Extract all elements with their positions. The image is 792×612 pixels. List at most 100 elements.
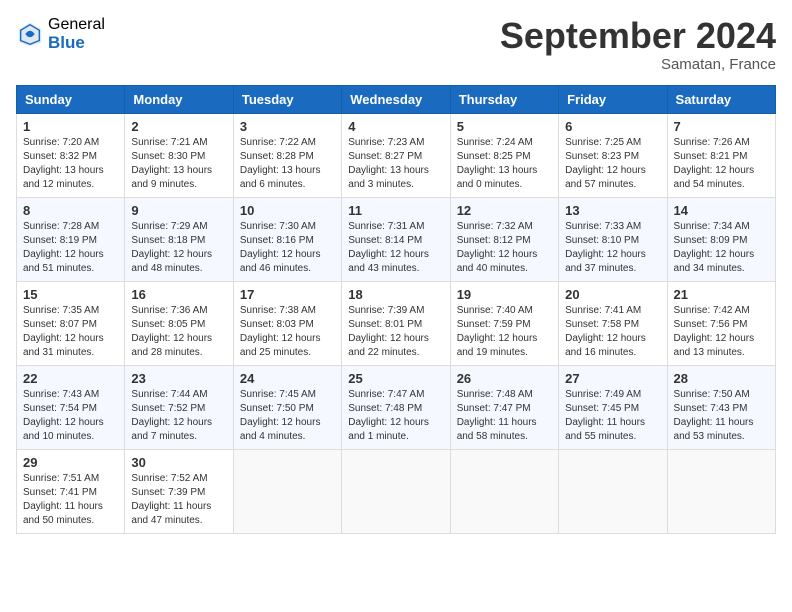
calendar-cell: 21 Sunrise: 7:42 AM Sunset: 7:56 PM Dayli… <box>667 281 775 365</box>
day-info: Sunrise: 7:42 AM Sunset: 7:56 PM Dayligh… <box>674 304 769 360</box>
weekday-header-saturday: Saturday <box>667 85 775 113</box>
weekday-header-wednesday: Wednesday <box>342 85 450 113</box>
calendar-week-row: 29 Sunrise: 7:51 AM Sunset: 7:41 PM Dayli… <box>17 449 776 533</box>
page-header: General Blue September 2024 Samatan, Fra… <box>16 16 776 73</box>
day-number: 7 <box>674 119 769 134</box>
day-info: Sunrise: 7:47 AM Sunset: 7:48 PM Dayligh… <box>348 388 443 444</box>
day-info: Sunrise: 7:41 AM Sunset: 7:58 PM Dayligh… <box>565 304 660 360</box>
calendar-week-row: 1 Sunrise: 7:20 AM Sunset: 8:32 PM Daylig… <box>17 113 776 197</box>
calendar-cell: 27 Sunrise: 7:49 AM Sunset: 7:45 PM Dayli… <box>559 365 667 449</box>
month-title: September 2024 <box>500 16 776 56</box>
day-number: 10 <box>240 203 335 218</box>
day-info: Sunrise: 7:32 AM Sunset: 8:12 PM Dayligh… <box>457 220 552 276</box>
weekday-header-tuesday: Tuesday <box>233 85 341 113</box>
weekday-header-row: SundayMondayTuesdayWednesdayThursdayFrid… <box>17 85 776 113</box>
day-number: 17 <box>240 287 335 302</box>
day-number: 22 <box>23 371 118 386</box>
calendar-cell: 22Sunrise: 7:43 AM Sunset: 7:54 PM Dayli… <box>17 365 125 449</box>
day-info: Sunrise: 7:36 AM Sunset: 8:05 PM Dayligh… <box>131 304 226 360</box>
calendar-cell: 3Sunrise: 7:22 AM Sunset: 8:28 PM Daylig… <box>233 113 341 197</box>
calendar-cell: 30Sunrise: 7:52 AM Sunset: 7:39 PM Dayli… <box>125 449 233 533</box>
day-info: Sunrise: 7:34 AM Sunset: 8:09 PM Dayligh… <box>674 220 769 276</box>
day-number: 27 <box>565 371 660 386</box>
day-number: 2 <box>131 119 226 134</box>
calendar-cell: 24 Sunrise: 7:45 AM Sunset: 7:50 PM Dayli… <box>233 365 341 449</box>
calendar-cell: 12 Sunrise: 7:32 AM Sunset: 8:12 PM Dayli… <box>450 197 558 281</box>
calendar-cell: 26 Sunrise: 7:48 AM Sunset: 7:47 PM Dayli… <box>450 365 558 449</box>
day-number: 26 <box>457 371 552 386</box>
logo-general: General <box>48 16 105 34</box>
day-info: Sunrise: 7:23 AM Sunset: 8:27 PM Dayligh… <box>348 136 443 192</box>
day-info: Sunrise: 7:38 AM Sunset: 8:03 PM Dayligh… <box>240 304 335 360</box>
weekday-header-thursday: Thursday <box>450 85 558 113</box>
day-number: 1 <box>23 119 118 134</box>
location: Samatan, France <box>500 56 776 73</box>
day-info: Sunrise: 7:24 AM Sunset: 8:25 PM Dayligh… <box>457 136 552 192</box>
logo: General Blue <box>16 16 105 52</box>
day-number: 14 <box>674 203 769 218</box>
calendar-cell: 4 Sunrise: 7:23 AM Sunset: 8:27 PM Daylig… <box>342 113 450 197</box>
day-info: Sunrise: 7:31 AM Sunset: 8:14 PM Dayligh… <box>348 220 443 276</box>
calendar-cell: 5Sunrise: 7:24 AM Sunset: 8:25 PM Daylig… <box>450 113 558 197</box>
logo-text: General Blue <box>48 16 105 52</box>
calendar-cell: 25 Sunrise: 7:47 AM Sunset: 7:48 PM Dayli… <box>342 365 450 449</box>
calendar-cell <box>342 449 450 533</box>
day-number: 28 <box>674 371 769 386</box>
day-number: 20 <box>565 287 660 302</box>
calendar-week-row: 8Sunrise: 7:28 AM Sunset: 8:19 PM Daylig… <box>17 197 776 281</box>
calendar-cell: 2 Sunrise: 7:21 AM Sunset: 8:30 PM Daylig… <box>125 113 233 197</box>
day-number: 19 <box>457 287 552 302</box>
day-number: 4 <box>348 119 443 134</box>
day-info: Sunrise: 7:29 AM Sunset: 8:18 PM Dayligh… <box>131 220 226 276</box>
day-number: 23 <box>131 371 226 386</box>
day-number: 13 <box>565 203 660 218</box>
calendar-cell: 15 Sunrise: 7:35 AM Sunset: 8:07 PM Dayli… <box>17 281 125 365</box>
day-number: 6 <box>565 119 660 134</box>
day-info: Sunrise: 7:51 AM Sunset: 7:41 PM Dayligh… <box>23 472 118 528</box>
day-info: Sunrise: 7:21 AM Sunset: 8:30 PM Dayligh… <box>131 136 226 192</box>
day-info: Sunrise: 7:52 AM Sunset: 7:39 PM Dayligh… <box>131 472 226 528</box>
day-info: Sunrise: 7:25 AM Sunset: 8:23 PM Dayligh… <box>565 136 660 192</box>
day-number: 25 <box>348 371 443 386</box>
day-info: Sunrise: 7:49 AM Sunset: 7:45 PM Dayligh… <box>565 388 660 444</box>
day-info: Sunrise: 7:20 AM Sunset: 8:32 PM Dayligh… <box>23 136 118 192</box>
calendar-cell: 14 Sunrise: 7:34 AM Sunset: 8:09 PM Dayli… <box>667 197 775 281</box>
day-number: 8 <box>23 203 118 218</box>
day-number: 9 <box>131 203 226 218</box>
day-number: 21 <box>674 287 769 302</box>
day-info: Sunrise: 7:35 AM Sunset: 8:07 PM Dayligh… <box>23 304 118 360</box>
day-info: Sunrise: 7:45 AM Sunset: 7:50 PM Dayligh… <box>240 388 335 444</box>
calendar-cell: 11 Sunrise: 7:31 AM Sunset: 8:14 PM Dayli… <box>342 197 450 281</box>
day-info: Sunrise: 7:30 AM Sunset: 8:16 PM Dayligh… <box>240 220 335 276</box>
calendar-cell <box>450 449 558 533</box>
calendar-cell: 17 Sunrise: 7:38 AM Sunset: 8:03 PM Dayli… <box>233 281 341 365</box>
day-info: Sunrise: 7:48 AM Sunset: 7:47 PM Dayligh… <box>457 388 552 444</box>
day-number: 12 <box>457 203 552 218</box>
calendar-cell: 8Sunrise: 7:28 AM Sunset: 8:19 PM Daylig… <box>17 197 125 281</box>
day-number: 24 <box>240 371 335 386</box>
calendar-cell: 29 Sunrise: 7:51 AM Sunset: 7:41 PM Dayli… <box>17 449 125 533</box>
day-info: Sunrise: 7:39 AM Sunset: 8:01 PM Dayligh… <box>348 304 443 360</box>
day-info: Sunrise: 7:44 AM Sunset: 7:52 PM Dayligh… <box>131 388 226 444</box>
day-number: 29 <box>23 455 118 470</box>
logo-blue: Blue <box>48 34 105 53</box>
calendar-cell: 20 Sunrise: 7:41 AM Sunset: 7:58 PM Dayli… <box>559 281 667 365</box>
calendar-week-row: 15 Sunrise: 7:35 AM Sunset: 8:07 PM Dayli… <box>17 281 776 365</box>
calendar-cell: 28Sunrise: 7:50 AM Sunset: 7:43 PM Dayli… <box>667 365 775 449</box>
day-number: 11 <box>348 203 443 218</box>
calendar-cell: 10 Sunrise: 7:30 AM Sunset: 8:16 PM Dayli… <box>233 197 341 281</box>
calendar-week-row: 22Sunrise: 7:43 AM Sunset: 7:54 PM Dayli… <box>17 365 776 449</box>
calendar-cell <box>233 449 341 533</box>
day-number: 16 <box>131 287 226 302</box>
calendar-cell: 1 Sunrise: 7:20 AM Sunset: 8:32 PM Daylig… <box>17 113 125 197</box>
calendar-cell: 16 Sunrise: 7:36 AM Sunset: 8:05 PM Dayli… <box>125 281 233 365</box>
day-number: 18 <box>348 287 443 302</box>
calendar: SundayMondayTuesdayWednesdayThursdayFrid… <box>16 85 776 534</box>
day-info: Sunrise: 7:40 AM Sunset: 7:59 PM Dayligh… <box>457 304 552 360</box>
weekday-header-friday: Friday <box>559 85 667 113</box>
day-number: 15 <box>23 287 118 302</box>
calendar-cell: 18 Sunrise: 7:39 AM Sunset: 8:01 PM Dayli… <box>342 281 450 365</box>
calendar-cell: 19 Sunrise: 7:40 AM Sunset: 7:59 PM Dayli… <box>450 281 558 365</box>
day-info: Sunrise: 7:22 AM Sunset: 8:28 PM Dayligh… <box>240 136 335 192</box>
calendar-cell: 13Sunrise: 7:33 AM Sunset: 8:10 PM Dayli… <box>559 197 667 281</box>
